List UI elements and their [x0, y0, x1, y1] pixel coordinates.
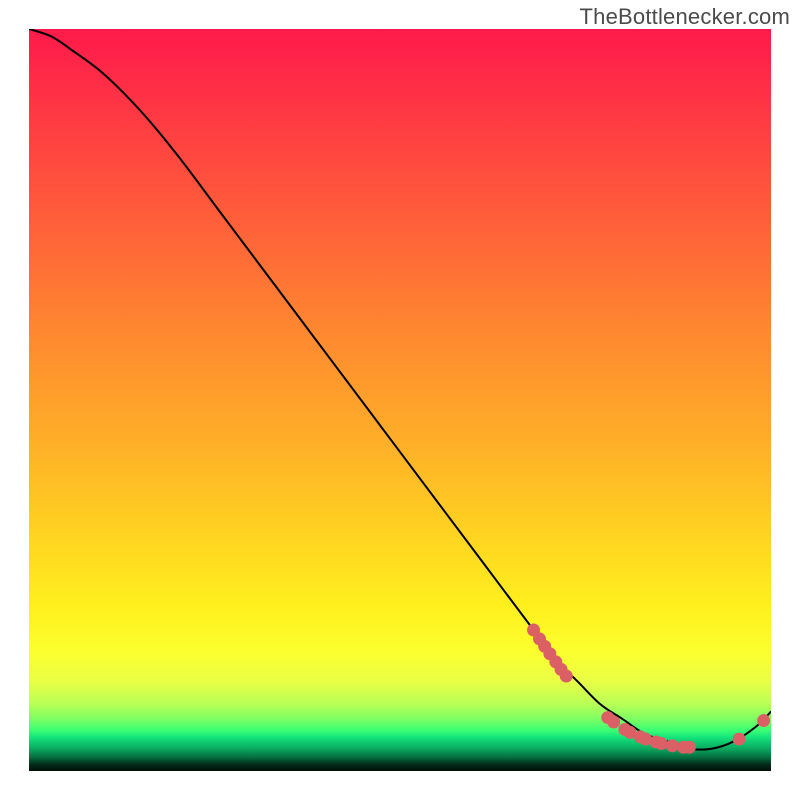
chart-frame: TheBottlenecker.com — [0, 0, 800, 800]
highlight-points-group — [527, 624, 770, 754]
highlight-point — [655, 737, 668, 750]
plot-area — [29, 29, 771, 771]
highlight-point — [560, 670, 573, 683]
bottleneck-curve — [29, 29, 771, 750]
highlight-point — [733, 733, 746, 746]
highlight-point — [607, 716, 620, 729]
highlight-point — [666, 739, 679, 752]
highlight-point — [683, 741, 696, 754]
watermark-label: TheBottlenecker.com — [580, 4, 790, 30]
highlight-point — [757, 714, 770, 727]
curve-layer — [29, 29, 771, 771]
